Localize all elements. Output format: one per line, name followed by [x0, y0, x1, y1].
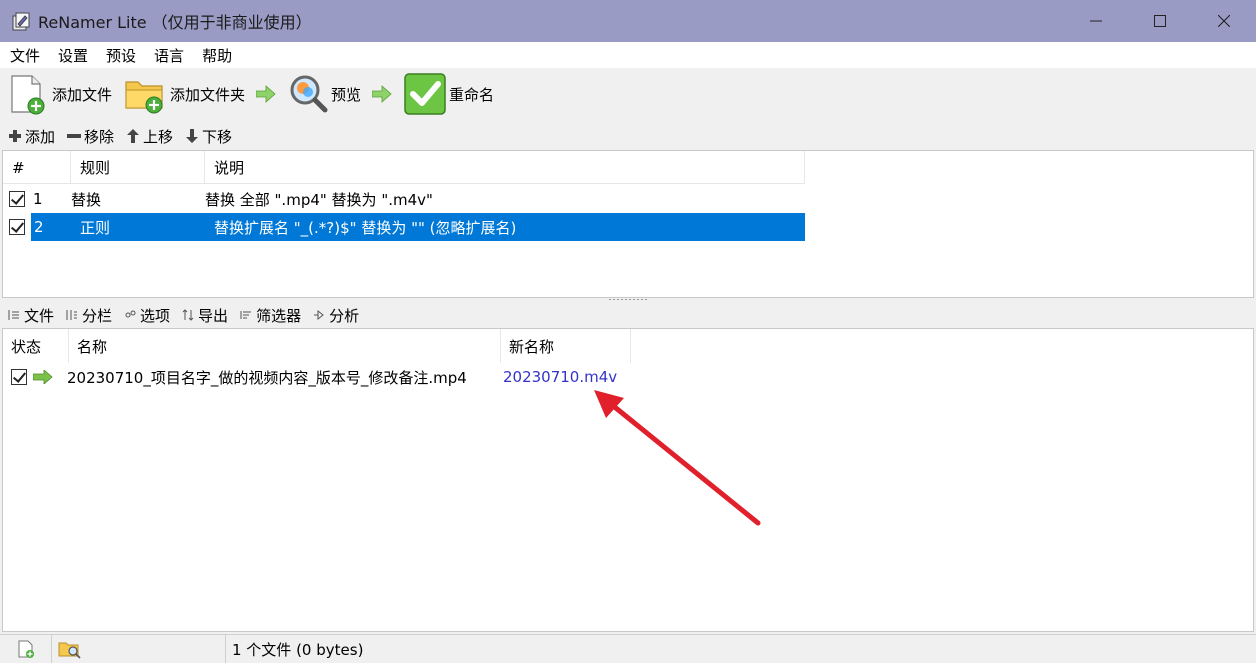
- rules-list[interactable]: # 规则 说明 1 替换 替换 全部 ".mp4" 替换为 ".m4v" 2 正…: [2, 150, 1254, 298]
- folder-search-icon: [58, 642, 81, 659]
- rename-button[interactable]: 重命名: [403, 70, 494, 118]
- rule-description: 替换扩展名 "_(.*?)$" 替换为 "" (忽略扩展名): [214, 218, 517, 237]
- file-new-name: 20230710.m4v: [503, 368, 618, 386]
- rule-row[interactable]: 1 替换 替换 全部 ".mp4" 替换为 ".m4v": [3, 185, 805, 213]
- move-down-button[interactable]: 下移: [185, 126, 232, 147]
- filters-menu-button[interactable]: 筛选器: [240, 305, 301, 326]
- window-title: ReNamer Lite （仅用于非商业使用）: [38, 13, 312, 32]
- add-rule-button[interactable]: 添加: [8, 126, 55, 147]
- analyze-label: 分析: [329, 306, 360, 325]
- remove-rule-button[interactable]: 移除: [67, 126, 114, 147]
- remove-rule-label: 移除: [84, 127, 115, 146]
- add-rule-label: 添加: [25, 127, 56, 146]
- add-files-button[interactable]: 添加文件: [8, 70, 112, 118]
- rule-checkbox[interactable]: [9, 219, 25, 235]
- plus-icon: [8, 129, 22, 143]
- menu-help[interactable]: 帮助: [202, 45, 232, 66]
- arrow-right-icon: [369, 84, 395, 104]
- files-toolbar: 文件 分栏 选项 导出 筛选器 分析: [0, 302, 1256, 328]
- file-name: 20230710_项目名字_做的视频内容_版本号_修改备注.mp4: [67, 368, 467, 387]
- options-menu-button[interactable]: 选项: [124, 305, 170, 326]
- menu-presets[interactable]: 预设: [106, 45, 136, 66]
- options-icon: [124, 309, 137, 322]
- rules-toolbar: 添加 移除 上移 下移: [0, 122, 1256, 150]
- rule-name: 替换: [71, 190, 102, 209]
- main-toolbar: 添加文件 添加文件夹 预览 重命名: [0, 68, 1256, 120]
- menu-settings[interactable]: 设置: [58, 45, 88, 66]
- status-add-file[interactable]: [0, 634, 52, 663]
- rule-name: 正则: [80, 218, 111, 237]
- rules-header: # 规则 说明: [3, 151, 805, 184]
- minus-icon: [67, 129, 82, 143]
- files-icon: [8, 309, 21, 322]
- rule-row[interactable]: 2 正则 替换扩展名 "_(.*?)$" 替换为 "" (忽略扩展名): [3, 213, 805, 241]
- files-list[interactable]: 状态 名称 新名称 20230710_项目名字_做的视频内容_版本号_修改备注.…: [2, 328, 1254, 632]
- close-icon: [1218, 15, 1230, 27]
- checkmark-icon: [404, 73, 446, 115]
- arrow-right-icon: [253, 84, 279, 104]
- column-header-description[interactable]: 说明: [205, 151, 805, 184]
- file-checkbox[interactable]: [11, 369, 27, 385]
- arrow-down-icon: [185, 129, 199, 143]
- preview-button[interactable]: 预览: [287, 70, 361, 118]
- column-header-new-name[interactable]: 新名称: [501, 329, 631, 363]
- add-folders-label: 添加文件夹: [170, 85, 246, 104]
- selected-row-highlight: 2 正则 替换扩展名 "_(.*?)$" 替换为 "" (忽略扩展名): [31, 213, 805, 241]
- rule-checkbox[interactable]: [9, 191, 25, 207]
- move-down-label: 下移: [202, 127, 233, 146]
- minimize-button[interactable]: [1064, 0, 1128, 42]
- minimize-icon: [1090, 20, 1102, 22]
- column-header-index[interactable]: #: [3, 151, 71, 184]
- rule-description: 替换 全部 ".mp4" 替换为 ".m4v": [205, 190, 433, 209]
- menu-bar: 文件 设置 预设 语言 帮助: [0, 42, 1256, 68]
- add-folders-button[interactable]: 添加文件夹: [124, 70, 245, 118]
- maximize-button[interactable]: [1128, 0, 1192, 42]
- filters-label: 筛选器: [256, 306, 302, 325]
- menu-file[interactable]: 文件: [10, 45, 40, 66]
- close-button[interactable]: [1192, 0, 1256, 42]
- status-folder-preview[interactable]: [52, 634, 226, 663]
- arrow-up-icon: [126, 129, 140, 143]
- analyze-icon: [313, 309, 326, 322]
- status-bar: 1 个文件 (0 bytes): [0, 634, 1256, 663]
- menu-language[interactable]: 语言: [154, 45, 184, 66]
- move-up-label: 上移: [143, 127, 174, 146]
- column-header-rule[interactable]: 规则: [71, 151, 205, 184]
- rule-index: 2: [34, 218, 44, 236]
- files-menu-button[interactable]: 文件: [8, 305, 54, 326]
- rename-label: 重命名: [449, 85, 495, 104]
- preview-label: 预览: [331, 85, 362, 104]
- files-label: 文件: [24, 306, 55, 325]
- file-row[interactable]: 20230710_项目名字_做的视频内容_版本号_修改备注.mp4 202307…: [3, 363, 617, 391]
- status-file-count: 1 个文件 (0 bytes): [232, 640, 364, 659]
- export-menu-button[interactable]: 导出: [182, 305, 228, 326]
- columns-menu-button[interactable]: 分栏: [66, 305, 112, 326]
- options-label: 选项: [140, 306, 171, 325]
- columns-label: 分栏: [82, 306, 113, 325]
- move-up-button[interactable]: 上移: [126, 126, 173, 147]
- add-file-icon: [11, 75, 45, 115]
- files-header: 状态 名称 新名称: [3, 329, 631, 363]
- add-files-label: 添加文件: [52, 85, 113, 104]
- column-header-status[interactable]: 状态: [3, 329, 69, 363]
- columns-icon: [66, 309, 79, 322]
- arrow-right-icon: [33, 370, 55, 384]
- export-label: 导出: [198, 306, 229, 325]
- splitter-grip[interactable]: [608, 298, 648, 301]
- maximize-icon: [1154, 15, 1166, 27]
- rule-index: 1: [33, 190, 43, 208]
- app-icon: [10, 10, 32, 32]
- column-header-name[interactable]: 名称: [69, 329, 501, 363]
- filter-icon: [240, 309, 253, 322]
- add-folder-icon: [125, 81, 163, 114]
- add-file-icon: [18, 640, 34, 658]
- export-icon: [182, 309, 195, 322]
- title-bar: ReNamer Lite （仅用于非商业使用）: [0, 0, 1256, 42]
- analyze-menu-button[interactable]: 分析: [313, 305, 359, 326]
- magnifier-icon: [290, 75, 328, 113]
